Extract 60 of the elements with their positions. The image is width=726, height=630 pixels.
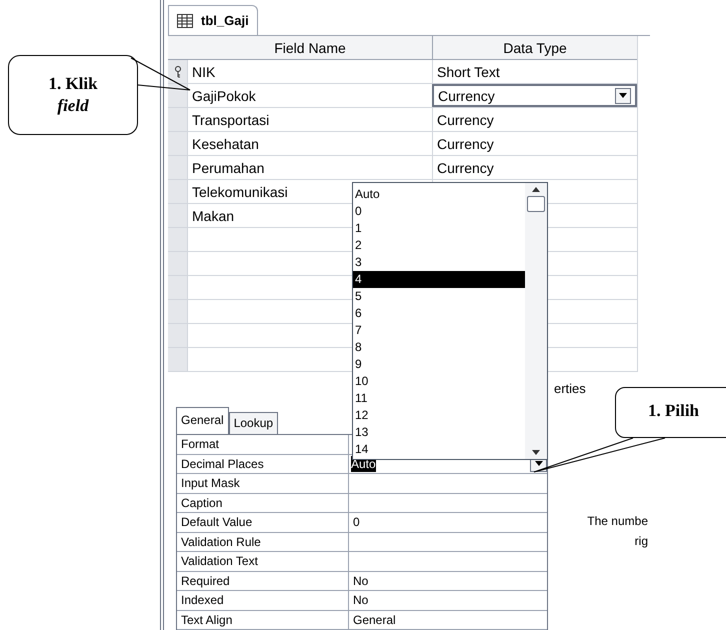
list-option[interactable]: 7 [353,322,525,339]
list-option[interactable]: 11 [353,390,525,407]
table-tab[interactable]: tbl_Gaji [168,5,258,36]
callout-subtitle: field [57,95,89,117]
scroll-thumb[interactable] [527,196,545,212]
data-type-cell[interactable]: Short Text [432,60,637,84]
row-selector[interactable] [168,60,188,84]
row-selector[interactable] [168,84,188,108]
scroll-up-icon [532,187,540,192]
section-label: erties [554,381,586,396]
list-option[interactable]: 6 [353,305,525,322]
list-option[interactable]: 10 [353,373,525,390]
list-option[interactable]: 1 [353,220,525,237]
data-type-cell[interactable]: Currency [432,156,637,180]
scrollbar[interactable] [525,183,547,459]
list-option[interactable]: 13 [353,424,525,441]
property-label: Required [177,572,349,590]
data-type-cell[interactable]: Currency [432,108,637,132]
help-text: The numbe [587,513,648,530]
tab-label: tbl_Gaji [201,12,249,30]
data-type-dropdown[interactable]: Currency [432,84,637,108]
property-label: Default Value [177,513,349,532]
callout-title: 1. Pilih [648,401,700,420]
field-name-cell[interactable]: Transportasi [188,108,432,132]
caret-icon [619,93,627,98]
property-label: Format [177,435,349,454]
list-option[interactable]: 12 [353,407,525,424]
property-label: Input Mask [177,474,349,492]
table-icon [177,14,193,28]
help-text: rig [634,533,648,550]
list-option[interactable]: 0 [353,203,525,220]
property-tab[interactable]: General [176,407,229,434]
column-header: Data Type [432,36,637,60]
callout-title: 1. Klik [48,73,98,95]
field-name-cell[interactable]: Kesehatan [188,132,432,156]
property-label: Caption [177,494,349,512]
property-label: Indexed [177,591,349,610]
list-option[interactable]: 5 [353,288,525,305]
list-option[interactable]: 3 [353,254,525,271]
property-label: Decimal Places [177,454,349,473]
column-header: Field Name [273,39,347,58]
list-option[interactable]: 8 [353,339,525,356]
list-option[interactable]: 4 [353,271,525,288]
property-value[interactable]: 0 [349,513,547,532]
property-value[interactable]: No [349,572,547,590]
property-value[interactable]: General [349,610,547,629]
property-label: Validation Rule [177,532,349,551]
dropdown-button[interactable] [615,88,631,104]
field-name-cell[interactable]: NIK [188,60,432,84]
property-value[interactable]: No [349,591,547,610]
property-label: Validation Text [177,552,349,570]
list-option[interactable]: 9 [353,356,525,373]
field-name-cell[interactable]: GajiPokok [188,84,432,108]
data-type-cell[interactable]: Currency [432,132,637,156]
list-option[interactable]: Auto [353,186,525,203]
list-option[interactable]: 2 [353,237,525,254]
property-label: Text Align [177,610,349,629]
field-name-cell[interactable]: Perumahan [188,156,432,180]
property-tab[interactable]: Lookup [228,412,278,434]
key-icon [174,66,182,78]
